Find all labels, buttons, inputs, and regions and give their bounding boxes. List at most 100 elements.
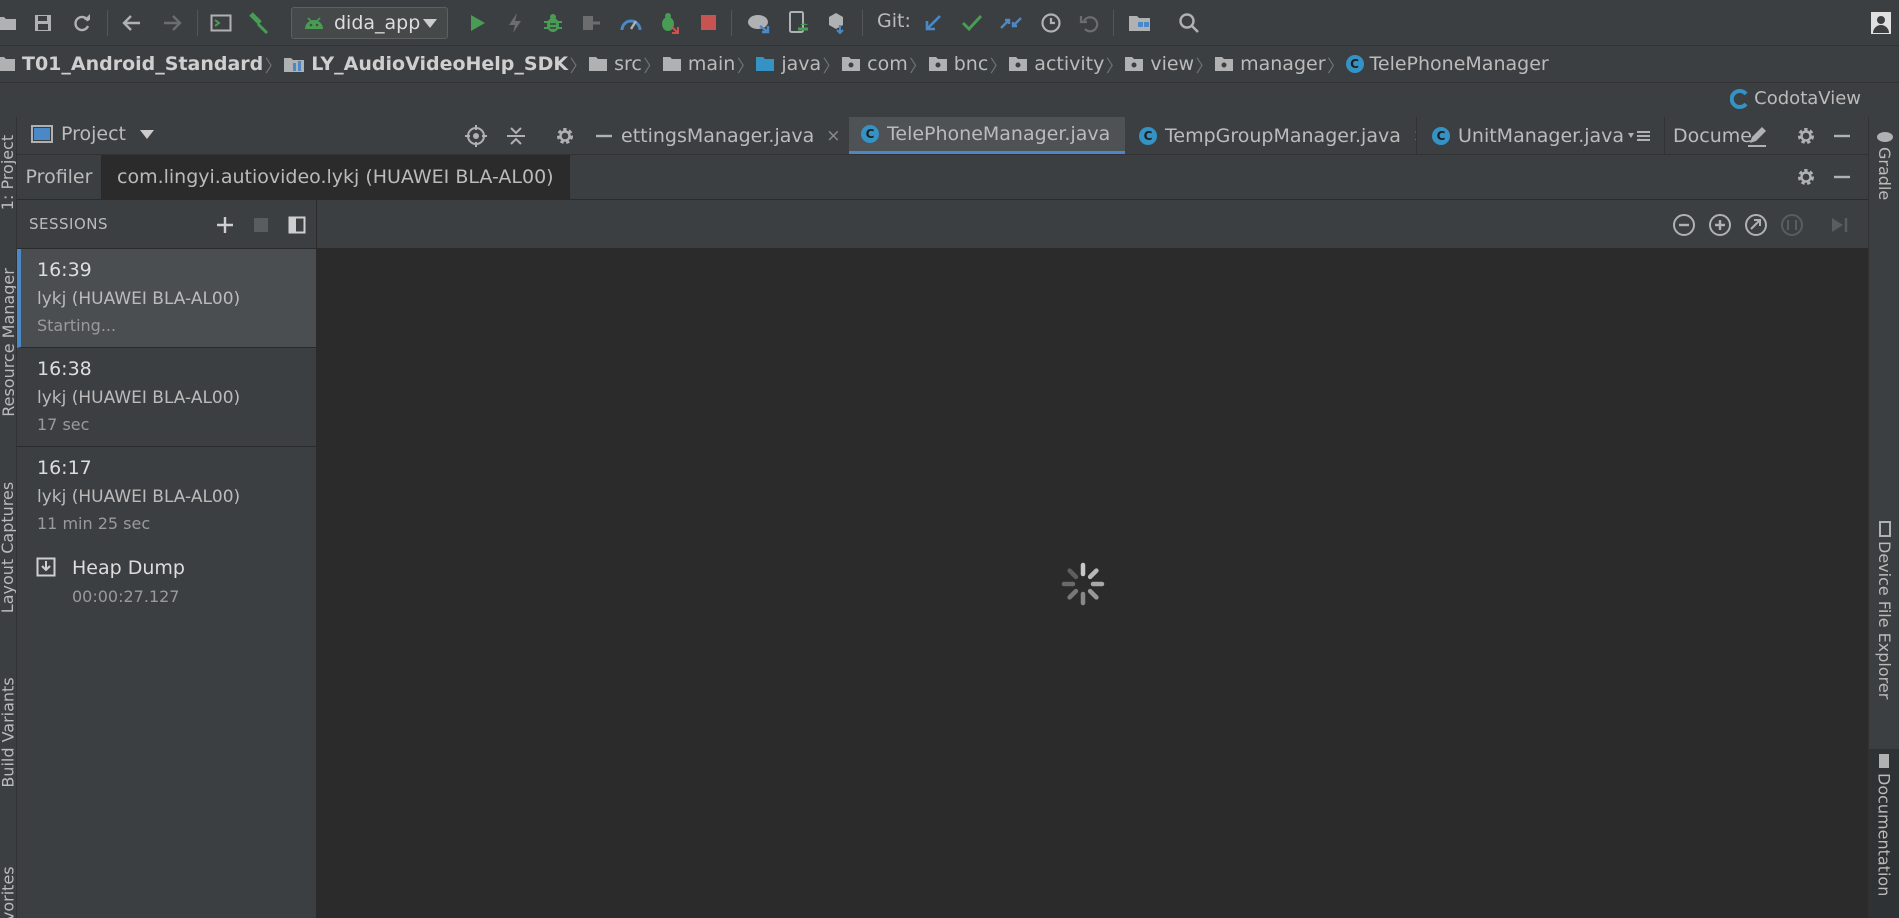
gradle-icon bbox=[1876, 129, 1894, 143]
reset-zoom-icon[interactable] bbox=[1743, 212, 1769, 238]
sessions-header: SESSIONS bbox=[17, 200, 316, 249]
project-structure-icon[interactable] bbox=[1125, 8, 1155, 38]
session-device: lykj (HUAWEI BLA-AL00) bbox=[37, 388, 241, 408]
sdk-manager-icon[interactable] bbox=[822, 8, 852, 38]
search-icon[interactable] bbox=[1174, 8, 1204, 38]
forward-icon[interactable] bbox=[157, 8, 187, 38]
breadcrumb-item-src[interactable]: src bbox=[588, 46, 642, 82]
zoom-to-selection-icon[interactable] bbox=[1779, 212, 1805, 238]
editor-tab-temp-group-manager[interactable]: C TempGroupManager.java × bbox=[1125, 117, 1417, 154]
process-tab[interactable]: com.lingyi.autiovideo.lykj (HUAWEI BLA-A… bbox=[101, 155, 570, 199]
profiler-tab[interactable]: Profiler bbox=[17, 155, 101, 199]
class-icon: C bbox=[861, 125, 879, 143]
tool-tab-layout-captures[interactable]: Layout Captures bbox=[0, 472, 16, 622]
close-icon[interactable]: × bbox=[826, 126, 840, 146]
debug-icon[interactable] bbox=[538, 8, 568, 38]
breadcrumb-separator: 〉 bbox=[569, 56, 587, 77]
history-icon[interactable] bbox=[1036, 8, 1066, 38]
tab-list-icon[interactable] bbox=[1625, 122, 1653, 150]
git-update-icon[interactable] bbox=[918, 8, 948, 38]
timeline-toolbar bbox=[317, 200, 1868, 249]
timeline-area bbox=[317, 249, 1868, 918]
profile-icon[interactable] bbox=[616, 8, 646, 38]
sync-gradle-icon[interactable] bbox=[744, 8, 774, 38]
breadcrumb-separator: 〉 bbox=[736, 56, 754, 77]
apply-changes-icon[interactable] bbox=[500, 8, 530, 38]
breadcrumb-item-main[interactable]: main bbox=[662, 46, 735, 82]
tool-tab-project[interactable]: 1: Project bbox=[0, 117, 16, 227]
breadcrumb-item-module[interactable]: LY_AudioVideoHelp_SDK bbox=[283, 46, 568, 82]
open-folder-icon[interactable] bbox=[0, 8, 22, 38]
user-icon[interactable] bbox=[1866, 8, 1896, 38]
debug-attach-icon[interactable] bbox=[655, 8, 685, 38]
build-hammer-icon[interactable] bbox=[244, 8, 274, 38]
tool-tab-favorites[interactable]: Favorites bbox=[0, 852, 16, 918]
tool-tab-documentation[interactable]: Documentation bbox=[1869, 749, 1899, 918]
collapse-sessions-icon[interactable] bbox=[285, 213, 309, 237]
breadcrumb-item-view[interactable]: view bbox=[1124, 46, 1194, 82]
breadcrumb-item-manager[interactable]: manager bbox=[1214, 46, 1326, 82]
session-device: lykj (HUAWEI BLA-AL00) bbox=[37, 289, 241, 309]
attach-debugger-icon[interactable] bbox=[576, 8, 606, 38]
session-item[interactable]: 16:38 lykj (HUAWEI BLA-AL00) 17 sec bbox=[17, 348, 316, 447]
project-view-dropdown[interactable]: Project bbox=[31, 123, 155, 145]
locate-file-icon[interactable] bbox=[462, 122, 490, 150]
revert-icon[interactable] bbox=[1075, 8, 1105, 38]
gear-icon[interactable] bbox=[1792, 122, 1820, 150]
chevron-down-icon bbox=[423, 19, 437, 28]
session-item[interactable]: 16:17 lykj (HUAWEI BLA-AL00) 11 min 25 s… bbox=[17, 447, 316, 546]
back-icon[interactable] bbox=[117, 8, 147, 38]
avd-manager-icon[interactable] bbox=[784, 8, 814, 38]
collapse-all-icon[interactable] bbox=[502, 122, 530, 150]
source-folder-icon bbox=[755, 56, 775, 72]
breadcrumb-item-class[interactable]: C TelePhoneManager bbox=[1345, 46, 1549, 82]
codota-view-label: CodotaView bbox=[1754, 88, 1861, 109]
stop-icon[interactable] bbox=[694, 8, 724, 38]
gear-icon[interactable] bbox=[551, 122, 579, 150]
breadcrumb-separator: 〉 bbox=[822, 56, 840, 77]
heap-dump-item[interactable]: Heap Dump 00:00:27.127 bbox=[17, 545, 316, 615]
gear-icon[interactable] bbox=[1792, 163, 1820, 191]
add-session-icon[interactable] bbox=[213, 213, 237, 237]
zoom-in-icon[interactable] bbox=[1707, 212, 1733, 238]
terminal-icon[interactable] bbox=[206, 8, 236, 38]
chevron-down-icon bbox=[140, 129, 155, 139]
git-commit-icon[interactable] bbox=[957, 8, 987, 38]
close-icon[interactable]: × bbox=[1413, 126, 1416, 146]
minimize-icon[interactable] bbox=[1828, 122, 1856, 150]
editor-tab-unit-manager[interactable]: C UnitManager.java × bbox=[1418, 117, 1640, 154]
breadcrumb-item-activity[interactable]: activity bbox=[1008, 46, 1104, 82]
editor-tab-settings-manager[interactable]: ettingsManager.java × bbox=[621, 117, 849, 154]
edit-source-icon[interactable] bbox=[1743, 122, 1771, 150]
run-icon[interactable] bbox=[462, 8, 492, 38]
git-merge-icon[interactable] bbox=[996, 8, 1026, 38]
breadcrumb-item-project[interactable]: T01_Android_Standard bbox=[0, 46, 263, 82]
tool-tab-gradle[interactable]: Gradle bbox=[1869, 129, 1899, 200]
zoom-out-icon[interactable] bbox=[1671, 212, 1697, 238]
breadcrumb-item-bnc[interactable]: bnc bbox=[928, 46, 988, 82]
breadcrumb-separator: 〉 bbox=[264, 56, 282, 77]
tool-tab-device-file-explorer[interactable]: Device File Explorer bbox=[1869, 521, 1899, 699]
tool-tab-build-variants[interactable]: Build Variants bbox=[0, 667, 16, 797]
breadcrumb: T01_Android_Standard 〉 LY_AudioVideoHelp… bbox=[0, 46, 1899, 83]
stop-session-icon[interactable] bbox=[249, 213, 273, 237]
go-live-icon[interactable] bbox=[1827, 212, 1853, 238]
minimize-icon[interactable] bbox=[1828, 163, 1856, 191]
breadcrumb-separator: 〉 bbox=[1195, 56, 1213, 77]
run-config-dropdown[interactable]: dida_app bbox=[291, 7, 448, 39]
breadcrumb-separator: 〉 bbox=[909, 56, 927, 77]
session-item[interactable]: 16:39 lykj (HUAWEI BLA-AL00) Starting... bbox=[17, 249, 316, 348]
save-icon[interactable] bbox=[28, 8, 58, 38]
minimize-icon[interactable] bbox=[590, 122, 618, 150]
tool-tab-resource-manager[interactable]: Resource Manager bbox=[0, 267, 16, 417]
session-status: Starting... bbox=[37, 316, 117, 335]
breadcrumb-item-com[interactable]: com bbox=[841, 46, 908, 82]
editor-tab-telephone-manager[interactable]: C TelePhoneManager.java × bbox=[849, 117, 1125, 154]
sync-icon[interactable] bbox=[67, 8, 97, 38]
heap-dump-label: Heap Dump bbox=[72, 557, 185, 579]
codota-view-button[interactable]: CodotaView bbox=[1730, 88, 1861, 109]
breadcrumb-item-java[interactable]: java bbox=[755, 46, 821, 82]
sessions-panel: SESSIONS 16:39 lykj (HUAWEI BLA-AL00) St… bbox=[17, 200, 317, 918]
codota-bar: CodotaView bbox=[0, 83, 1899, 117]
package-icon bbox=[1008, 56, 1028, 72]
